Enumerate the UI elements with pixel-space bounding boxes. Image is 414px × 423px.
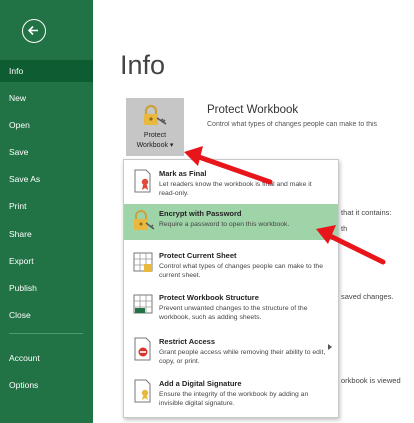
nav-options[interactable]: Options <box>0 374 93 396</box>
background-text-fragment: that it contains: <box>341 208 392 217</box>
nav-export[interactable]: Export <box>0 250 93 272</box>
background-text-fragment: orkbook is viewed <box>341 376 401 385</box>
nav-publish[interactable]: Publish <box>0 277 93 299</box>
menu-item-protect-current-sheet[interactable]: Protect Current Sheet Control what types… <box>124 246 338 284</box>
menu-item-encrypt-with-password[interactable]: Encrypt with Password Require a password… <box>124 204 338 240</box>
background-text-fragment: th <box>341 224 348 233</box>
menu-item-desc: Ensure the integrity of the workbook by … <box>159 391 309 407</box>
ribbon-document-icon <box>134 169 151 193</box>
nav-save[interactable]: Save <box>0 141 93 163</box>
menu-item-desc: Require a password to open this workbook… <box>159 221 290 228</box>
menu-item-title: Protect Current Sheet <box>159 251 237 260</box>
submenu-arrow-icon <box>328 344 332 350</box>
nav-account[interactable]: Account <box>0 347 93 369</box>
background-text-fragment: saved changes. <box>341 292 394 301</box>
menu-item-add-digital-signature[interactable]: Add a Digital Signature Ensure the integ… <box>124 374 338 414</box>
protect-button-label-line1: Protect <box>143 132 167 139</box>
protect-section-desc: Control what types of changes people can… <box>207 121 378 128</box>
nav-new[interactable]: New <box>0 87 93 109</box>
protect-button-label-line2: Workbook ▾ <box>136 142 174 149</box>
nav-close[interactable]: Close <box>0 304 93 326</box>
menu-item-restrict-access[interactable]: Restrict Access Grant people access whil… <box>124 332 338 372</box>
nav-open[interactable]: Open <box>0 114 93 136</box>
menu-item-title: Protect Workbook Structure <box>159 293 259 302</box>
backstage-sidebar: Info New Open Save Save As Print Share E… <box>0 0 93 423</box>
menu-item-desc: Let readers know the workbook is final a… <box>159 181 312 197</box>
menu-item-title: Mark as Final <box>159 169 207 178</box>
protect-workbook-dropdown: Mark as Final Let readers know the workb… <box>123 159 339 418</box>
page-title: Info <box>120 50 166 80</box>
menu-item-title: Add a Digital Signature <box>159 379 242 388</box>
menu-item-title: Encrypt with Password <box>159 209 242 218</box>
menu-item-protect-workbook-structure[interactable]: Protect Workbook Structure Prevent unwan… <box>124 288 338 328</box>
back-arrow-icon[interactable] <box>22 19 46 43</box>
nav-print[interactable]: Print <box>0 195 93 217</box>
nav-info[interactable]: Info <box>0 60 93 82</box>
nav-share[interactable]: Share <box>0 223 93 245</box>
menu-item-desc: Control what types of changes people can… <box>159 263 323 279</box>
lock-key-icon <box>134 210 155 230</box>
workbook-structure-icon <box>133 294 153 314</box>
protect-workbook-button[interactable]: Protect Workbook ▾ <box>126 98 184 156</box>
sheet-lock-icon <box>133 252 153 272</box>
nav-save-as[interactable]: Save As <box>0 168 93 190</box>
lock-key-icon <box>144 104 167 125</box>
signature-document-icon <box>134 379 151 403</box>
nav-divider <box>9 333 83 334</box>
menu-item-mark-as-final[interactable]: Mark as Final Let readers know the workb… <box>124 164 338 202</box>
menu-item-desc: Grant people access while removing their… <box>159 349 326 365</box>
menu-item-title: Restrict Access <box>159 337 216 346</box>
menu-item-desc: Prevent unwanted changes to the structur… <box>159 305 308 321</box>
restricted-document-icon <box>134 337 151 361</box>
protect-section-title: Protect Workbook <box>207 104 299 116</box>
